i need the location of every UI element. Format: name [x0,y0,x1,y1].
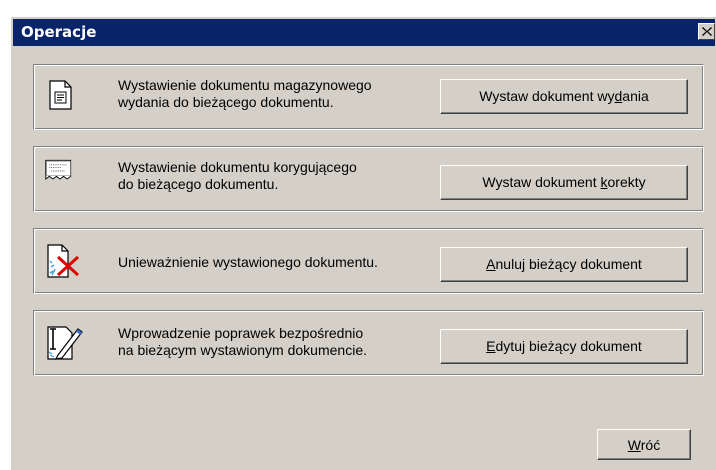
group-issue-document: Wystawienie dokumentu magazynowego wydan… [33,64,704,130]
group-description: Wystawienie dokumentu magazynowego wydan… [118,77,372,110]
document-edit-icon [47,326,83,360]
operations-dialog: Operacje Wystawienie dokumentu magazynow… [10,16,716,470]
document-cancel-icon [47,244,80,278]
title-bar[interactable]: Operacje [13,19,715,46]
group-description: Unieważnienie wystawionego dokumentu. [118,254,378,270]
group-description: Wprowadzenie poprawek bezpośrednio na bi… [118,325,367,358]
close-icon [702,27,712,36]
issue-document-button[interactable]: Wystaw dokument wydania [440,79,688,114]
edit-document-button[interactable]: Edytuj bieżący dokument [440,329,688,364]
cancel-document-button[interactable]: Anuluj bieżący dokument [440,247,688,282]
back-button[interactable]: Wróć [597,429,691,460]
issue-correction-button[interactable]: Wystaw dokument korekty [440,165,688,200]
group-cancel-document: Unieważnienie wystawionego dokumentu. An… [33,228,704,294]
close-button[interactable] [698,23,715,40]
group-correction-document: Wystawienie dokumentu korygującego do bi… [33,146,704,212]
group-edit-document: Wprowadzenie poprawek bezpośrednio na bi… [33,310,704,376]
document-text-icon [49,80,72,110]
window-title: Operacje [21,23,97,41]
document-torn-icon [45,159,72,180]
group-description: Wystawienie dokumentu korygującego do bi… [118,159,357,192]
